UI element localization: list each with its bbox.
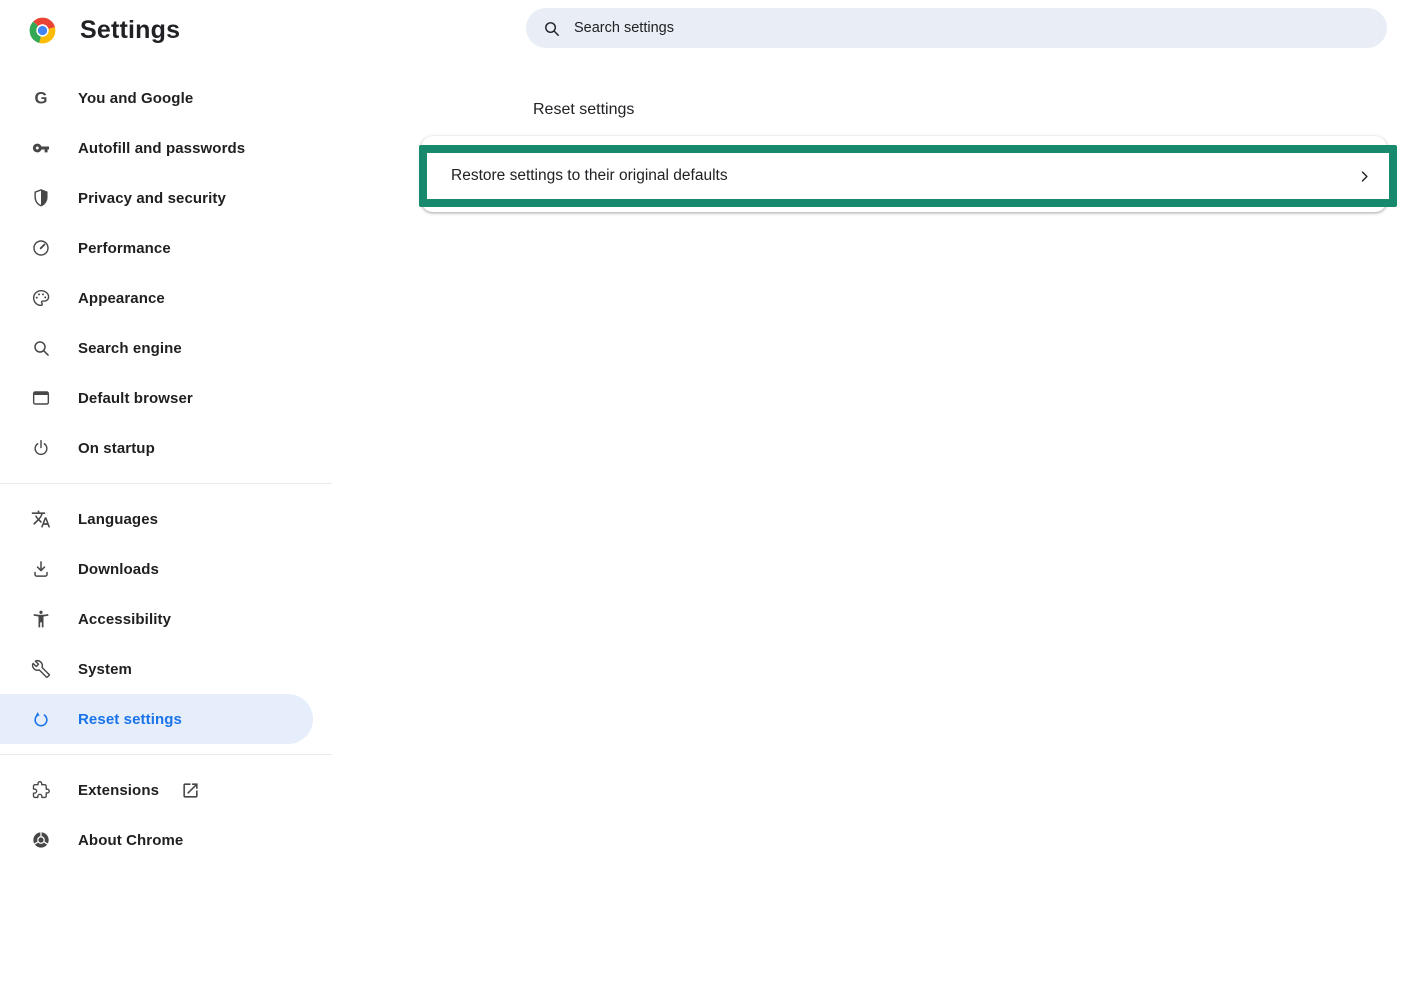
sidebar-item-downloads[interactable]: Downloads — [0, 544, 332, 594]
accessibility-icon — [31, 609, 51, 629]
palette-icon — [31, 288, 51, 308]
sidebar-divider — [0, 483, 332, 484]
translate-icon — [31, 509, 51, 529]
sidebar-item-system[interactable]: System — [0, 644, 332, 694]
sidebar-item-you-and-google[interactable]: You and Google — [0, 73, 332, 123]
sidebar-item-label: You and Google — [78, 90, 193, 107]
sidebar-item-autofill-and-passwords[interactable]: Autofill and passwords — [0, 123, 332, 173]
sidebar-item-languages[interactable]: Languages — [0, 494, 332, 544]
sidebar-item-default-browser[interactable]: Default browser — [0, 373, 332, 423]
reset-icon — [31, 709, 51, 729]
search-settings-bar[interactable] — [526, 8, 1387, 48]
sidebar-item-reset-settings[interactable]: Reset settings — [0, 694, 313, 744]
page-title: Settings — [80, 16, 180, 45]
puzzle-icon — [31, 780, 51, 800]
brand: Settings — [27, 8, 180, 52]
sidebar-item-label: Search engine — [78, 340, 182, 357]
search-icon — [542, 19, 561, 38]
search-input[interactable] — [572, 19, 1373, 37]
restore-defaults-row[interactable]: Restore settings to their original defau… — [427, 153, 1389, 199]
shield-icon — [31, 188, 51, 208]
sidebar-divider — [0, 754, 332, 755]
google-g-icon — [31, 88, 51, 108]
chrome-settings-page: Settings You and Google Autofill and pas… — [0, 0, 1402, 986]
sidebar-item-about-chrome[interactable]: About Chrome — [0, 815, 332, 865]
speedometer-icon — [31, 238, 51, 258]
sidebar-item-appearance[interactable]: Appearance — [0, 273, 332, 323]
section-heading: Reset settings — [533, 101, 634, 119]
sidebar-item-label: Extensions — [78, 782, 159, 799]
chevron-right-icon — [1356, 168, 1373, 185]
sidebar-item-extensions[interactable]: Extensions — [0, 765, 332, 815]
search-icon — [31, 338, 51, 358]
sidebar-item-label: Default browser — [78, 390, 193, 407]
open-in-new-icon — [181, 781, 200, 800]
sidebar-item-label: Performance — [78, 240, 171, 257]
sidebar-item-label: On startup — [78, 440, 155, 457]
download-icon — [31, 559, 51, 579]
sidebar-item-label: Privacy and security — [78, 190, 226, 207]
sidebar-item-label: Autofill and passwords — [78, 140, 245, 157]
sidebar-item-label: Languages — [78, 511, 158, 528]
browser-window-icon — [31, 388, 51, 408]
sidebar-item-label: Accessibility — [78, 611, 171, 628]
sidebar-item-label: Reset settings — [78, 711, 182, 728]
sidebar: You and Google Autofill and passwords Pr… — [0, 73, 332, 865]
chrome-logo-icon — [27, 15, 58, 46]
sidebar-item-search-engine[interactable]: Search engine — [0, 323, 332, 373]
sidebar-item-privacy-and-security[interactable]: Privacy and security — [0, 173, 332, 223]
sidebar-item-label: Downloads — [78, 561, 159, 578]
restore-defaults-label: Restore settings to their original defau… — [451, 167, 728, 185]
highlight-frame: Restore settings to their original defau… — [419, 145, 1397, 207]
sidebar-item-on-startup[interactable]: On startup — [0, 423, 332, 473]
sidebar-item-label: Appearance — [78, 290, 165, 307]
key-icon — [31, 138, 51, 158]
power-icon — [31, 438, 51, 458]
wrench-icon — [31, 659, 51, 679]
sidebar-item-accessibility[interactable]: Accessibility — [0, 594, 332, 644]
chrome-gray-icon — [31, 830, 51, 850]
sidebar-item-performance[interactable]: Performance — [0, 223, 332, 273]
sidebar-item-label: About Chrome — [78, 832, 183, 849]
sidebar-item-label: System — [78, 661, 132, 678]
